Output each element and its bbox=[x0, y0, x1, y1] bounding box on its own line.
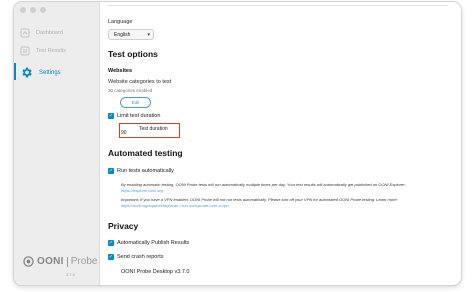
active-indicator bbox=[14, 63, 16, 80]
website-categories-label: Website categories to test bbox=[108, 79, 172, 85]
sidebar: Dashboard Test Results Settings OONI Pro… bbox=[14, 2, 100, 285]
vpn-important-note: Important: If you have a VPN enabled, OO… bbox=[121, 197, 451, 209]
ooni-logo-icon bbox=[23, 256, 34, 267]
window-controls bbox=[20, 7, 46, 13]
language-label: Language bbox=[108, 19, 133, 25]
automatic-testing-explanation: By enabling automatic testing, OONI Prob… bbox=[121, 182, 451, 194]
ooni-probe-logo: OONI Probe bbox=[23, 256, 97, 267]
close-window-button[interactable] bbox=[20, 7, 26, 13]
important-text: Important: If you have a VPN enabled, OO… bbox=[121, 197, 398, 202]
content-top-divider bbox=[108, 5, 448, 9]
language-select[interactable]: English ▾ bbox=[108, 29, 154, 40]
chevron-down-icon: ▾ bbox=[147, 32, 150, 38]
app-version-text: OONI Probe Desktop v3.7.0 bbox=[121, 269, 190, 275]
ooni-explorer-link[interactable]: https://explorer.ooni.org bbox=[121, 188, 163, 193]
crash-reports-row[interactable]: ✓ Send crash reports bbox=[108, 254, 163, 260]
explanation-text: By enabling automatic testing, OONI Prob… bbox=[121, 182, 406, 187]
limit-duration-label: Limit test duration bbox=[117, 113, 161, 119]
app-window: Dashboard Test Results Settings OONI Pro… bbox=[14, 2, 461, 285]
limit-duration-checkbox[interactable]: ✓ bbox=[108, 113, 114, 119]
zoom-window-button[interactable] bbox=[40, 7, 46, 13]
automated-testing-heading: Automated testing bbox=[108, 148, 183, 158]
gear-icon bbox=[22, 67, 32, 78]
run-auto-checkbox[interactable]: ✓ bbox=[108, 168, 114, 174]
sidebar-item-test-results[interactable]: Test Results bbox=[20, 46, 66, 56]
test-duration-label: Test duration bbox=[139, 126, 168, 132]
language-select-value: English bbox=[114, 31, 131, 38]
logo-word: OONI bbox=[37, 256, 64, 267]
websites-heading: Websites bbox=[108, 68, 133, 74]
dashboard-icon bbox=[20, 28, 30, 38]
sidebar-version: 3.7.0 bbox=[66, 272, 75, 277]
vpn-faq-link[interactable]: https://ooni.org/support/faq/#can-i-run-… bbox=[121, 203, 229, 208]
publish-results-row[interactable]: ✓ Automatically Publish Results bbox=[108, 240, 189, 246]
logo-separator bbox=[66, 256, 68, 267]
limit-duration-row[interactable]: ✓ Limit test duration bbox=[108, 113, 160, 119]
categories-count: 30 categories enabled bbox=[108, 88, 153, 93]
test-results-icon bbox=[20, 46, 30, 56]
run-auto-label: Run tests automatically bbox=[117, 168, 174, 174]
sidebar-item-dashboard[interactable]: Dashboard bbox=[20, 28, 63, 38]
sidebar-item-settings[interactable]: Settings bbox=[14, 63, 61, 80]
logo-subword: Probe bbox=[70, 256, 98, 267]
run-auto-row[interactable]: ✓ Run tests automatically bbox=[108, 168, 174, 174]
privacy-heading: Privacy bbox=[108, 221, 139, 231]
test-options-heading: Test options bbox=[108, 49, 158, 59]
publish-results-checkbox[interactable]: ✓ bbox=[108, 240, 114, 246]
edit-categories-button[interactable]: Edit bbox=[120, 97, 151, 108]
crash-reports-label: Send crash reports bbox=[117, 254, 164, 260]
crash-reports-checkbox[interactable]: ✓ bbox=[108, 254, 114, 260]
minimize-window-button[interactable] bbox=[30, 7, 36, 13]
settings-content[interactable]: Language English ▾ Test options Websites… bbox=[108, 2, 461, 285]
publish-results-label: Automatically Publish Results bbox=[117, 240, 190, 246]
sidebar-item-label: Settings bbox=[39, 69, 61, 76]
test-duration-value: 90 bbox=[121, 130, 127, 136]
sidebar-item-label: Test Results bbox=[36, 48, 66, 54]
sidebar-item-label: Dashboard bbox=[36, 30, 63, 36]
